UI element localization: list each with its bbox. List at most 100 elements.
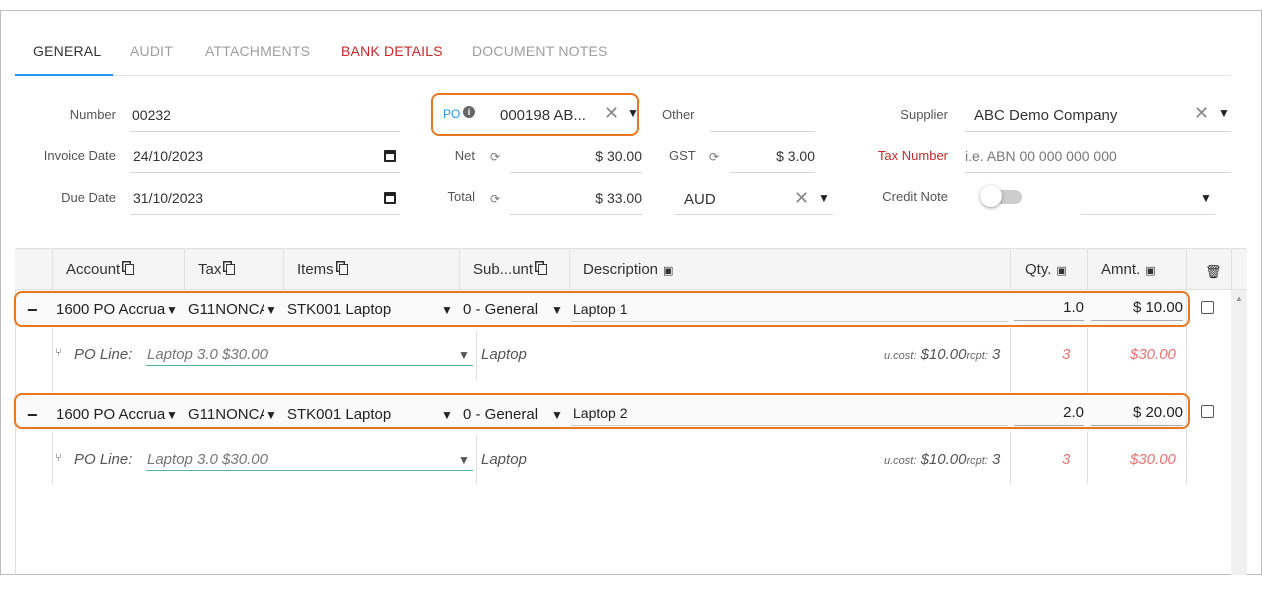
chevron-down-icon[interactable]: ▼ <box>1200 191 1212 205</box>
account-select[interactable]: 1600 PO Accrua <box>56 406 168 423</box>
row-checkbox[interactable] <box>1201 405 1214 418</box>
collapse-icon[interactable]: − <box>27 405 38 426</box>
other-label: Other <box>662 107 695 122</box>
number-field[interactable]: 00232 <box>132 107 171 123</box>
chevron-down-icon[interactable]: ▼ <box>441 408 453 422</box>
supplier-underline <box>965 131 1231 132</box>
supplier-select[interactable]: ABC Demo Company <box>974 107 1117 124</box>
chevron-down-icon[interactable]: ▼ <box>441 303 453 317</box>
refresh-icon[interactable]: ⟳ <box>709 150 719 164</box>
qty-input[interactable]: 2.0 <box>1014 404 1084 426</box>
invoice-date-field[interactable]: 24/10/2023 <box>133 148 203 164</box>
tab-document-notes[interactable]: DOCUMENT NOTES <box>472 43 608 59</box>
item-select[interactable]: STK001 Laptop <box>287 301 391 318</box>
col-divider <box>1186 248 1187 484</box>
branch-icon: ⑂ <box>55 347 62 359</box>
tab-attachments[interactable]: ATTACHMENTS <box>205 43 310 59</box>
supplier-label: Supplier <box>900 107 948 122</box>
tab-audit[interactable]: AUDIT <box>130 43 173 59</box>
description-input[interactable]: Laptop 2 <box>573 405 628 421</box>
header-qty-label: Qty. <box>1025 261 1052 278</box>
calendar-icon[interactable] <box>384 150 396 162</box>
po-select[interactable]: 000198 AB... <box>500 107 586 124</box>
row-checkbox[interactable] <box>1201 301 1214 314</box>
tab-general[interactable]: GENERAL <box>33 43 101 59</box>
subaccount-select[interactable]: 0 - General <box>463 406 538 423</box>
po-line-select[interactable]: Laptop 3.0 $30.00 <box>147 451 268 468</box>
collapse-icon[interactable]: − <box>27 300 38 321</box>
chevron-down-icon[interactable]: ▼ <box>458 348 470 362</box>
account-select[interactable]: 1600 PO Accrua <box>56 301 168 318</box>
invoice-date-underline <box>130 172 400 173</box>
total-field[interactable]: $ 33.00 <box>520 190 642 206</box>
description-input[interactable]: Laptop 1 <box>573 301 628 317</box>
amount-input[interactable]: $ 20.00 <box>1091 404 1183 426</box>
copy-icon[interactable] <box>226 264 236 275</box>
active-tab-indicator <box>15 74 113 76</box>
calendar-icon[interactable] <box>384 192 396 204</box>
po-line-label: PO Line: <box>74 346 133 363</box>
refresh-icon[interactable]: ⟳ <box>490 192 500 206</box>
clear-icon[interactable]: ✕ <box>794 188 809 209</box>
columns-icon[interactable]: ▣ <box>1056 264 1066 277</box>
header-tax[interactable]: Tax <box>198 261 236 278</box>
due-date-field[interactable]: 31/10/2023 <box>133 190 203 206</box>
chevron-down-icon[interactable]: ▼ <box>551 303 563 317</box>
trash-icon[interactable]: 🗑 <box>1205 264 1222 280</box>
copy-icon[interactable] <box>125 264 135 275</box>
net-field[interactable]: $ 30.00 <box>520 148 642 164</box>
po-line-amount: $30.00 <box>1130 346 1176 363</box>
chevron-down-icon[interactable]: ▼ <box>458 453 470 467</box>
chevron-down-icon[interactable]: ▼ <box>166 303 178 317</box>
header-qty[interactable]: Qty. ▣ <box>1025 261 1067 278</box>
columns-icon[interactable]: ▣ <box>663 264 673 277</box>
po-label: PO <box>443 107 461 121</box>
currency-select[interactable]: AUD <box>684 191 716 208</box>
gst-underline <box>730 172 815 173</box>
gst-field[interactable]: $ 3.00 <box>730 148 815 164</box>
chevron-down-icon[interactable]: ▼ <box>627 106 639 120</box>
subaccount-select[interactable]: 0 - General <box>463 301 538 318</box>
po-line-select[interactable]: Laptop 3.0 $30.00 <box>147 346 268 363</box>
scrollbar[interactable] <box>1231 290 1247 575</box>
columns-icon[interactable]: ▣ <box>1145 264 1155 277</box>
chevron-down-icon[interactable]: ▼ <box>551 408 563 422</box>
po-line-underline <box>146 365 473 366</box>
info-icon[interactable]: i <box>463 106 475 118</box>
refresh-icon[interactable]: ⟳ <box>490 150 500 164</box>
clear-icon[interactable]: ✕ <box>604 103 619 124</box>
amount-input[interactable]: $ 10.00 <box>1091 299 1183 321</box>
po-line-underline <box>146 470 473 471</box>
copy-icon[interactable] <box>538 264 548 275</box>
chevron-down-icon[interactable]: ▼ <box>1218 106 1230 120</box>
chevron-down-icon[interactable]: ▼ <box>166 408 178 422</box>
unit-cost: u.cost: $10.00rcpt: 3 <box>884 451 1001 468</box>
item-select[interactable]: STK001 Laptop <box>287 406 391 423</box>
scroll-up-icon[interactable]: ▲ <box>1235 294 1243 303</box>
header-items[interactable]: Items <box>297 261 348 278</box>
header-amount[interactable]: Amnt. ▣ <box>1101 261 1156 278</box>
header-account[interactable]: Account <box>66 261 135 278</box>
header-subaccount[interactable]: Sub...unt <box>473 261 548 278</box>
tab-divider <box>15 75 1231 76</box>
number-underline <box>130 131 400 132</box>
header-description[interactable]: Description ▣ <box>583 261 673 278</box>
header-subaccount-label: Sub...unt <box>473 261 534 278</box>
clear-icon[interactable]: ✕ <box>1194 103 1209 124</box>
tab-bank-details[interactable]: BANK DETAILS <box>341 43 443 59</box>
header-tax-label: Tax <box>198 261 222 278</box>
chevron-down-icon[interactable]: ▼ <box>818 191 830 205</box>
tax-select[interactable]: G11NONCA <box>188 406 264 423</box>
tax-select[interactable]: G11NONCA <box>188 301 264 318</box>
qty-input[interactable]: 1.0 <box>1014 299 1084 321</box>
tax-number-input[interactable]: i.e. ABN 00 000 000 000 <box>965 148 1117 164</box>
chevron-down-icon[interactable]: ▼ <box>265 408 277 422</box>
invoice-date-label: Invoice Date <box>43 148 116 163</box>
chevron-down-icon[interactable]: ▼ <box>265 303 277 317</box>
tax-number-underline <box>965 172 1231 173</box>
copy-icon[interactable] <box>338 264 348 275</box>
toggle-knob[interactable] <box>980 185 1002 207</box>
col-divider <box>1231 248 1232 290</box>
credit-note-label: Credit Note <box>882 189 948 204</box>
col-divider <box>459 248 460 290</box>
